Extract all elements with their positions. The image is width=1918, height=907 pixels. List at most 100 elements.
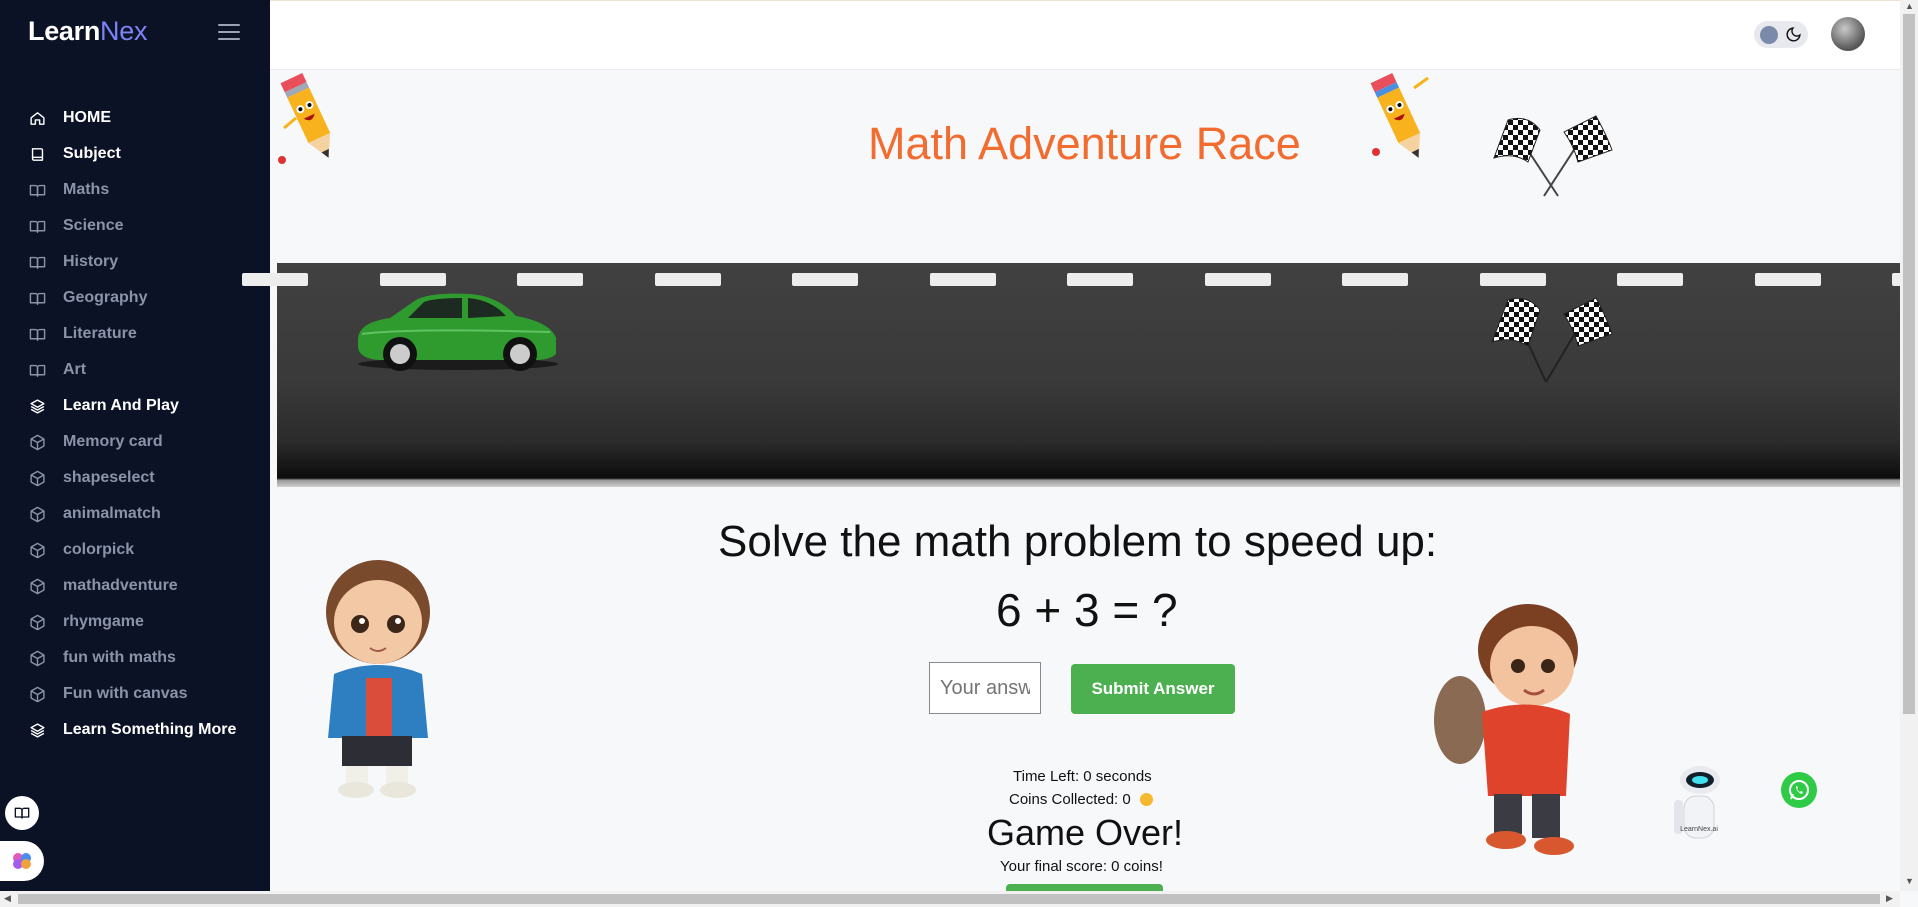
layers-icon [28, 397, 46, 415]
cube-icon [28, 469, 46, 487]
open-book-icon [28, 217, 46, 235]
sidebar-item-label: HOME [63, 109, 111, 126]
math-question: 6 + 3 = ? [996, 584, 1178, 636]
lane-dash [379, 273, 446, 286]
lane-dash [654, 273, 721, 286]
cube-icon [28, 505, 46, 523]
lane-dash [242, 273, 308, 286]
pencil-mascot-left-icon [278, 73, 331, 164]
open-book-icon [28, 361, 46, 379]
lane-dash [1754, 273, 1821, 286]
chatbot-robot-button[interactable]: LearnNex.ai [1660, 760, 1726, 850]
sidebar-item-subject[interactable]: Subject [0, 136, 270, 172]
robot-label: LearnNex.ai [1680, 826, 1718, 833]
whatsapp-button[interactable] [1781, 772, 1817, 808]
sidebar-item-label: animalmatch [63, 505, 161, 522]
user-avatar[interactable] [1831, 17, 1865, 51]
cube-icon [28, 649, 46, 667]
layers-icon [28, 721, 46, 739]
sidebar-item-label: colorpick [63, 541, 135, 558]
sidebar-item-animalmatch[interactable]: animalmatch [0, 496, 270, 532]
home-icon [28, 109, 46, 127]
sidebar-item-home[interactable]: HOME [0, 100, 270, 136]
submit-answer-button[interactable]: Submit Answer [1071, 664, 1235, 714]
menu-toggle-icon[interactable] [218, 24, 240, 42]
dark-mode-toggle[interactable] [1754, 21, 1808, 48]
sidebar-item-memory-card[interactable]: Memory card [0, 424, 270, 460]
open-book-icon [28, 325, 46, 343]
sidebar-item-maths[interactable]: Maths [0, 172, 270, 208]
coins-collected-row: Coins Collected: 0 [1009, 791, 1153, 808]
sidebar-item-shapeselect[interactable]: shapeselect [0, 460, 270, 496]
whatsapp-icon [1789, 780, 1809, 800]
horizontal-scrollbar[interactable]: ◀ ▶ [0, 891, 1900, 907]
sidebar-item-label: mathadventure [63, 577, 178, 594]
cube-icon [28, 541, 46, 559]
sidebar-item-label: Science [63, 217, 124, 234]
brain-ai-button[interactable] [0, 841, 44, 881]
sidebar: LearnNex HOME Subject Maths Science History G… [0, 0, 270, 891]
sidebar-item-history[interactable]: History [0, 244, 270, 280]
open-book-icon [28, 253, 46, 271]
open-book-icon [28, 181, 46, 199]
cube-icon [28, 577, 46, 595]
boy-character-right-icon [1434, 604, 1578, 855]
moon-icon [1786, 27, 1801, 42]
brand-logo[interactable]: LearnNex [28, 16, 147, 47]
sidebar-item-learn-something-more[interactable]: Learn Something More [0, 712, 270, 748]
sidebar-item-mathadventure[interactable]: mathadventure [0, 568, 270, 604]
time-left-text: Time Left: 0 seconds [1013, 768, 1152, 785]
sidebar-item-label: fun with maths [63, 649, 176, 666]
book-shortcut-button[interactable] [5, 796, 39, 830]
game-over-heading: Game Over! [987, 812, 1184, 853]
vertical-scrollbar[interactable]: ▲ ▼ [1900, 0, 1918, 891]
sidebar-item-geography[interactable]: Geography [0, 280, 270, 316]
sidebar-item-colorpick[interactable]: colorpick [0, 532, 270, 568]
checkered-flags-top-icon [1493, 115, 1613, 197]
race-car-icon [358, 293, 558, 371]
sidebar-item-label: Learn And Play [63, 397, 179, 414]
sidebar-item-literature[interactable]: Literature [0, 316, 270, 352]
sidebar-item-label: Literature [63, 325, 137, 342]
lane-dash [1617, 273, 1683, 286]
sidebar-item-label: Art [63, 361, 87, 378]
question-prompt: Solve the math problem to speed up: [718, 517, 1438, 566]
pencil-mascot-right-icon [1370, 73, 1429, 158]
sidebar-item-science[interactable]: Science [0, 208, 270, 244]
sidebar-item-learn-and-play[interactable]: Learn And Play [0, 388, 270, 424]
sidebar-nav: HOME Subject Maths Science History Geography L… [0, 100, 270, 748]
sidebar-item-label: Fun with canvas [63, 685, 188, 702]
sidebar-item-fun-with-canvas[interactable]: Fun with canvas [0, 676, 270, 712]
cube-icon [28, 613, 46, 631]
sidebar-item-label: Maths [63, 181, 110, 198]
sidebar-item-label: History [63, 253, 119, 270]
top-bar [270, 0, 1900, 70]
lane-dash [517, 273, 583, 286]
sidebar-item-label: Learn Something More [63, 721, 237, 738]
final-score-text: Your final score: 0 coins! [1000, 858, 1163, 875]
boy-character-left-icon [326, 560, 430, 798]
coin-icon [1139, 793, 1153, 806]
sidebar-item-label: shapeselect [63, 469, 155, 486]
checkered-flags-finish-icon [1491, 297, 1613, 383]
lane-dash [1204, 273, 1271, 286]
open-book-icon [28, 289, 46, 307]
brand-part-2: Nex [100, 16, 148, 46]
sidebar-item-fun-with-maths[interactable]: fun with maths [0, 640, 270, 676]
cube-icon [28, 433, 46, 451]
sidebar-item-label: rhymgame [63, 613, 144, 630]
lane-dash [1067, 273, 1133, 286]
coins-collected-text: Coins Collected: 0 [1009, 791, 1131, 808]
lane-dash [1479, 273, 1546, 286]
book-icon [28, 145, 46, 163]
lane-dash [792, 273, 858, 286]
lane-dash [1342, 273, 1408, 286]
answer-input[interactable] [929, 662, 1041, 714]
brand-part-1: Learn [28, 16, 101, 46]
sidebar-item-label: Memory card [63, 433, 163, 450]
lane-dash [929, 273, 996, 286]
sidebar-item-art[interactable]: Art [0, 352, 270, 388]
cube-icon [28, 685, 46, 703]
game-title: Math Adventure Race [868, 118, 1301, 169]
sidebar-item-rhymgame[interactable]: rhymgame [0, 604, 270, 640]
